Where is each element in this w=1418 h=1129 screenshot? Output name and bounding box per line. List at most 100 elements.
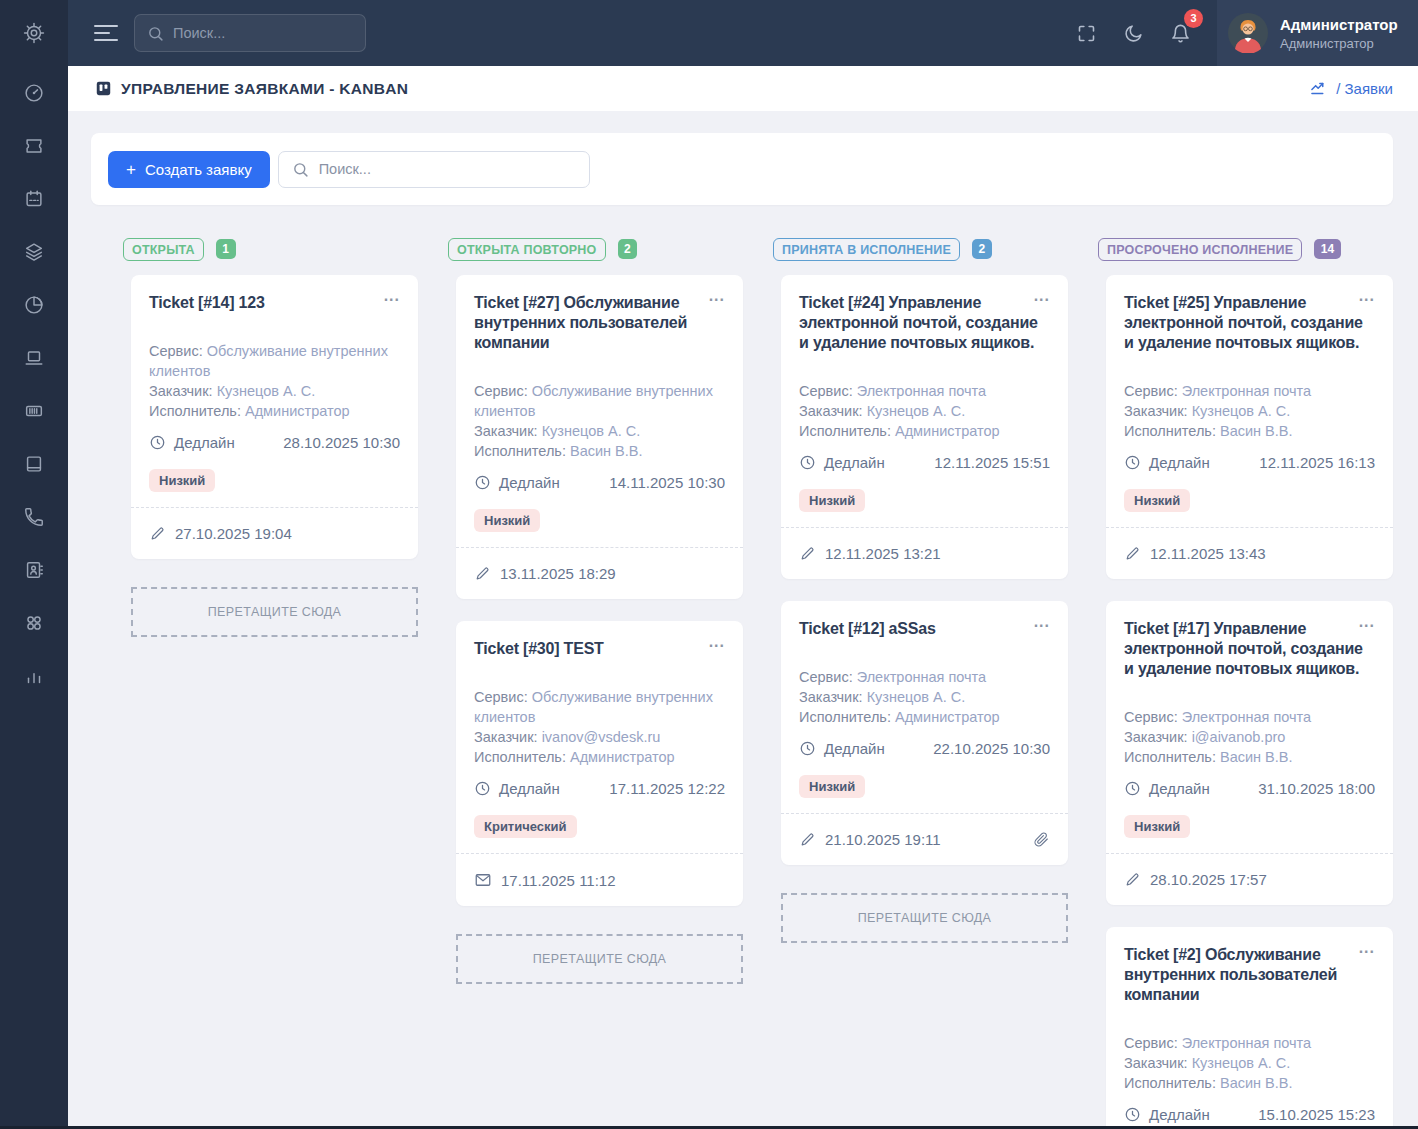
ticket-title: Ticket [#14] 123 — [149, 291, 400, 313]
ticket-card[interactable]: Ticket [#27] Обслуживание внутренних пол… — [456, 275, 743, 599]
sidebar-item-shapes-icon[interactable] — [0, 596, 68, 649]
user-menu[interactable]: Администратор Администратор — [1217, 0, 1418, 66]
ticket-assignee: Исполнитель: Васин В.В. — [474, 441, 725, 461]
fullscreen-icon[interactable] — [1076, 23, 1097, 44]
column-count-badge: 1 — [216, 239, 236, 260]
card-menu-button[interactable]: ... — [1359, 941, 1375, 955]
sidebar-item-book-icon[interactable] — [0, 437, 68, 490]
ticket-card[interactable]: Ticket [#14] 123 ... Сервис: Обслуживани… — [131, 275, 418, 559]
priority-badge: Низкий — [474, 509, 540, 532]
sidebar — [0, 0, 68, 1129]
search-icon — [147, 25, 164, 42]
sidebar-item-calendar-icon[interactable] — [0, 172, 68, 225]
ticket-card[interactable]: Ticket [#17] Управление электронной почт… — [1106, 601, 1393, 905]
drop-zone[interactable]: ПЕРЕТАЩИТЕ СЮДА — [781, 893, 1068, 943]
drop-zone[interactable]: ПЕРЕТАЩИТЕ СЮДА — [131, 587, 418, 637]
create-ticket-button[interactable]: + Создать заявку — [108, 151, 270, 188]
clock-icon — [1124, 454, 1141, 471]
card-footer: 27.10.2025 19:04 — [131, 507, 418, 559]
kanban-board-icon — [95, 80, 112, 97]
user-name: Администратор — [1280, 16, 1398, 33]
ticket-card[interactable]: Ticket [#25] Управление электронной почт… — [1106, 275, 1393, 579]
ticket-customer: Заказчик: Кузнецов А. С. — [1124, 401, 1375, 421]
ticket-deadline: Дедлайн 31.10.2025 18:00 — [1124, 780, 1375, 797]
topbar-right: 3 Администратор Администратор — [1076, 0, 1418, 66]
card-footer: 12.11.2025 13:21 — [781, 527, 1068, 579]
card-footer: 12.11.2025 13:43 — [1106, 527, 1393, 579]
ticket-card[interactable]: Ticket [#30] TEST ... Сервис: Обслуживан… — [456, 621, 743, 906]
card-menu-button[interactable]: ... — [1359, 289, 1375, 303]
kanban-board: ОТКРЫТА 1 Ticket [#14] 123 ... Сервис: О… — [123, 238, 1393, 1129]
sidebar-item-barcode-icon[interactable] — [0, 384, 68, 437]
ticket-deadline: Дедлайн 12.11.2025 16:13 — [1124, 454, 1375, 471]
page-title-bar: УПРАВЛЕНИЕ ЗАЯВКАМИ - KANBAN / Заявки — [68, 66, 1418, 111]
column-status-pill[interactable]: ОТКРЫТА ПОВТОРНО — [448, 238, 606, 261]
sidebar-item-bar-chart-icon[interactable] — [0, 649, 68, 702]
ticket-deadline: Дедлайн 28.10.2025 10:30 — [149, 434, 400, 451]
column-cards: Ticket [#14] 123 ... Сервис: Обслуживани… — [123, 275, 418, 637]
ticket-card[interactable]: Ticket [#2] Обслуживание внутренних поль… — [1106, 927, 1393, 1129]
board-search[interactable] — [278, 151, 590, 188]
board-search-input[interactable] — [319, 161, 576, 177]
column-header: ОТКРЫТА ПОВТОРНО 2 — [448, 238, 743, 260]
ticket-customer: Заказчик: i@aivanob.pro — [1124, 727, 1375, 747]
ticket-service: Сервис: Обслуживание внутренних клиентов — [474, 687, 725, 727]
card-menu-button[interactable]: ... — [1034, 615, 1050, 629]
sidebar-item-pie-chart-icon[interactable] — [0, 278, 68, 331]
drop-zone[interactable]: ПЕРЕТАЩИТЕ СЮДА — [456, 934, 743, 984]
sidebar-item-layers-icon[interactable] — [0, 225, 68, 278]
sidebar-nav — [0, 66, 68, 702]
sidebar-item-phone-icon[interactable] — [0, 490, 68, 543]
ticket-customer: Заказчик: Кузнецов А. С. — [799, 687, 1050, 707]
column-status-pill[interactable]: ПРИНЯТА В ИСПОЛНЕНИЕ — [773, 238, 960, 261]
menu-toggle-icon[interactable] — [94, 24, 118, 42]
breadcrumb[interactable]: / Заявки — [1309, 79, 1393, 99]
ticket-assignee: Исполнитель: Васин В.В. — [1124, 421, 1375, 441]
sidebar-item-address-book-icon[interactable] — [0, 543, 68, 596]
card-footer: 28.10.2025 17:57 — [1106, 853, 1393, 905]
kanban-column: ПРОСРОЧЕНО ИСПОЛНЕНИЕ 14 Ticket [#25] Уп… — [1098, 238, 1393, 1129]
notifications-bell-icon[interactable]: 3 — [1170, 23, 1191, 44]
card-menu-button[interactable]: ... — [709, 289, 725, 303]
clock-icon — [799, 454, 816, 471]
clock-icon — [1124, 1106, 1141, 1123]
column-status-pill[interactable]: ПРОСРОЧЕНО ИСПОЛНЕНИЕ — [1098, 238, 1302, 261]
ticket-service: Сервис: Обслуживание внутренних клиентов — [474, 381, 725, 421]
card-menu-button[interactable]: ... — [384, 289, 400, 303]
ticket-service: Сервис: Электронная почта — [1124, 381, 1375, 401]
column-header: ПРИНЯТА В ИСПОЛНЕНИЕ 2 — [773, 238, 1068, 260]
card-menu-button[interactable]: ... — [1359, 615, 1375, 629]
pencil-icon — [1124, 545, 1141, 562]
ticket-service: Сервис: Электронная почта — [1124, 707, 1375, 727]
column-count-badge: 14 — [1314, 239, 1340, 260]
priority-badge: Низкий — [799, 775, 865, 798]
sidebar-item-gauge-icon[interactable] — [0, 66, 68, 119]
card-menu-button[interactable]: ... — [709, 635, 725, 649]
topbar-search[interactable] — [134, 14, 366, 52]
dark-mode-moon-icon[interactable] — [1123, 23, 1144, 44]
sidebar-item-laptop-icon[interactable] — [0, 331, 68, 384]
card-menu-button[interactable]: ... — [1034, 289, 1050, 303]
ticket-card[interactable]: Ticket [#24] Управление электронной почт… — [781, 275, 1068, 579]
pencil-icon — [799, 831, 816, 848]
column-cards: Ticket [#27] Обслуживание внутренних пол… — [448, 275, 743, 984]
pencil-icon — [1124, 871, 1141, 888]
topbar-search-input[interactable] — [173, 25, 353, 41]
priority-badge: Низкий — [799, 489, 865, 512]
ticket-customer: Заказчик: Кузнецов А. С. — [799, 401, 1050, 421]
sidebar-item-ticket-icon[interactable] — [0, 119, 68, 172]
ticket-service: Сервис: Электронная почта — [799, 667, 1050, 687]
card-footer: 21.10.2025 19:11 — [781, 813, 1068, 865]
board-toolbar: + Создать заявку — [91, 133, 1393, 205]
card-footer-date: 12.11.2025 13:43 — [1150, 545, 1266, 562]
ticket-title: Ticket [#17] Управление электронной почт… — [1124, 617, 1375, 679]
clock-icon — [799, 740, 816, 757]
search-icon — [292, 161, 309, 178]
column-header: ОТКРЫТА 1 — [123, 238, 418, 260]
ticket-customer: Заказчик: Кузнецов А. С. — [474, 421, 725, 441]
settings-gear-icon[interactable] — [0, 0, 68, 66]
column-status-pill[interactable]: ОТКРЫТА — [123, 238, 204, 261]
column-header: ПРОСРОЧЕНО ИСПОЛНЕНИЕ 14 — [1098, 238, 1393, 260]
priority-badge: Низкий — [1124, 815, 1190, 838]
ticket-card[interactable]: Ticket [#12] aSSas ... Сервис: Электронн… — [781, 601, 1068, 865]
